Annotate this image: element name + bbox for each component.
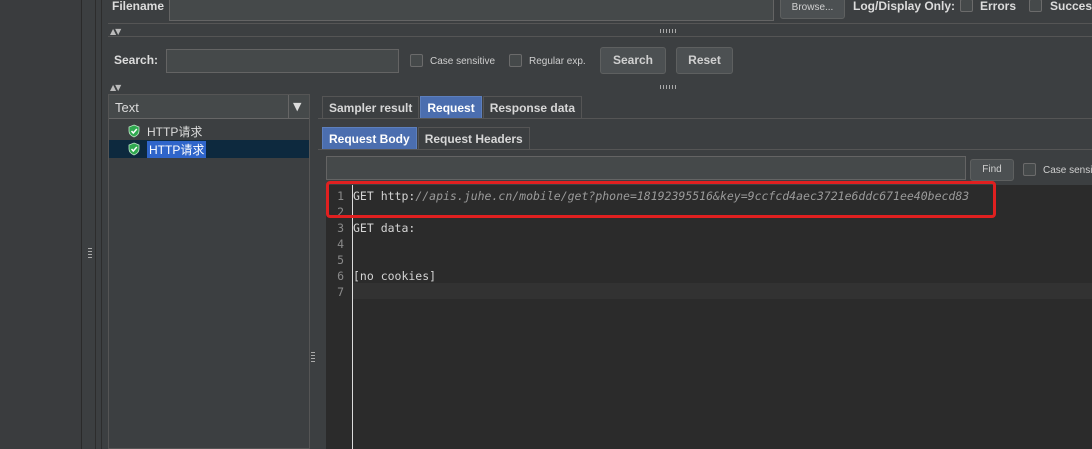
editor-line: 3 GET data: xyxy=(326,220,969,236)
divider-grip-icon[interactable] xyxy=(660,29,678,33)
results-area: Sampler result Request Response data Req… xyxy=(318,94,1092,449)
case-sensitive-label: Case sensitive xyxy=(430,56,496,67)
line-number: 4 xyxy=(337,237,344,251)
line-text: [no cookies] xyxy=(353,269,437,283)
tab-request-label: Request xyxy=(427,101,475,115)
search-input[interactable] xyxy=(166,49,399,73)
request-body-editor[interactable]: 1 GET http://apis.juhe.cn/mobile/get?pho… xyxy=(326,185,1092,449)
line-text: GET data: xyxy=(353,221,416,235)
request-subtabs: Request Body Request Headers xyxy=(322,127,530,150)
line-number: 7 xyxy=(337,285,344,299)
tab-request-headers-label: Request Headers xyxy=(424,132,523,146)
line-number: 5 xyxy=(337,253,344,267)
successes-checkbox[interactable] xyxy=(1029,0,1042,12)
tree-list: HTTP请求 HTTP请求 xyxy=(109,122,309,158)
splitter-grip[interactable] xyxy=(88,248,92,258)
section-divider xyxy=(108,36,1092,37)
filename-input[interactable] xyxy=(169,0,774,21)
tab-request[interactable]: Request xyxy=(420,96,482,119)
splitter-grip-2[interactable] xyxy=(311,352,315,362)
splitter-line xyxy=(95,0,96,449)
tab-request-body[interactable]: Request Body xyxy=(322,127,417,150)
tab-response-data-label: Response data xyxy=(489,101,576,115)
highlight-annotation-box xyxy=(326,181,996,218)
find-input[interactable] xyxy=(326,156,966,180)
success-shield-icon xyxy=(128,124,140,138)
collapse-arrows-icon-2[interactable]: ▲▼ xyxy=(110,83,121,92)
result-tabs: Sampler result Request Response data xyxy=(322,96,583,119)
line-number: 6 xyxy=(337,269,344,283)
success-shield-icon xyxy=(128,142,140,156)
search-button-label: Search xyxy=(612,53,654,67)
errors-checkbox[interactable] xyxy=(960,0,973,12)
editor-line: 4 xyxy=(326,236,969,252)
tree-panel: Text ▼ HTTP请求 HTTP请求 xyxy=(108,94,310,449)
editor-line: 5 xyxy=(326,252,969,268)
subtabs-underline xyxy=(318,149,1092,150)
line-number: 3 xyxy=(337,221,344,235)
renderer-selected-label: Text xyxy=(115,100,139,115)
regex-label: Regular exp. xyxy=(529,56,586,67)
tree-item[interactable]: HTTP请求 xyxy=(109,122,309,140)
search-label: Search: xyxy=(114,53,159,67)
collapse-arrows-icon[interactable]: ▲▼ xyxy=(110,27,121,36)
tabs-underline xyxy=(318,118,1092,119)
editor-line: 7 xyxy=(326,284,969,300)
find-case-sensitive-checkbox[interactable] xyxy=(1023,163,1036,176)
tab-sampler-result[interactable]: Sampler result xyxy=(322,96,420,119)
browse-button[interactable]: Browse... xyxy=(780,0,845,19)
renderer-select[interactable]: Text ▼ xyxy=(109,95,309,119)
tree-item-label: HTTP请求 xyxy=(147,140,207,158)
tab-request-headers[interactable]: Request Headers xyxy=(417,127,530,150)
renderer-divider xyxy=(288,95,289,119)
file-panel: Filename Browse... Log/Display Only: Err… xyxy=(108,0,1092,24)
log-display-label: Log/Display Only: xyxy=(853,0,956,13)
browse-button-label: Browse... xyxy=(791,2,834,13)
tab-request-body-label: Request Body xyxy=(329,132,410,146)
regex-checkbox[interactable] xyxy=(509,54,522,67)
find-button[interactable]: Find xyxy=(970,159,1014,181)
reset-button-label: Reset xyxy=(688,53,721,67)
successes-label: Succes xyxy=(1050,0,1092,13)
tree-item-selected[interactable]: HTTP请求 xyxy=(109,140,309,158)
editor-line: 6 [no cookies] xyxy=(326,268,969,284)
search-button[interactable]: Search xyxy=(600,47,666,74)
errors-label: Errors xyxy=(980,0,1017,13)
reset-button[interactable]: Reset xyxy=(676,47,733,74)
find-button-label: Find xyxy=(982,164,1002,175)
tab-sampler-result-label: Sampler result xyxy=(329,101,413,115)
left-gutter xyxy=(0,0,82,449)
tree-item-label: HTTP请求 xyxy=(147,124,203,139)
case-sensitive-checkbox[interactable] xyxy=(410,54,423,67)
divider-grip-icon-2[interactable] xyxy=(660,85,678,89)
find-case-sensitive-label: Case sensi xyxy=(1043,165,1092,176)
splitter-line-2 xyxy=(101,0,102,449)
filename-label: Filename xyxy=(112,0,165,13)
tab-response-data[interactable]: Response data xyxy=(482,96,583,119)
chevron-down-icon[interactable]: ▼ xyxy=(293,100,301,113)
